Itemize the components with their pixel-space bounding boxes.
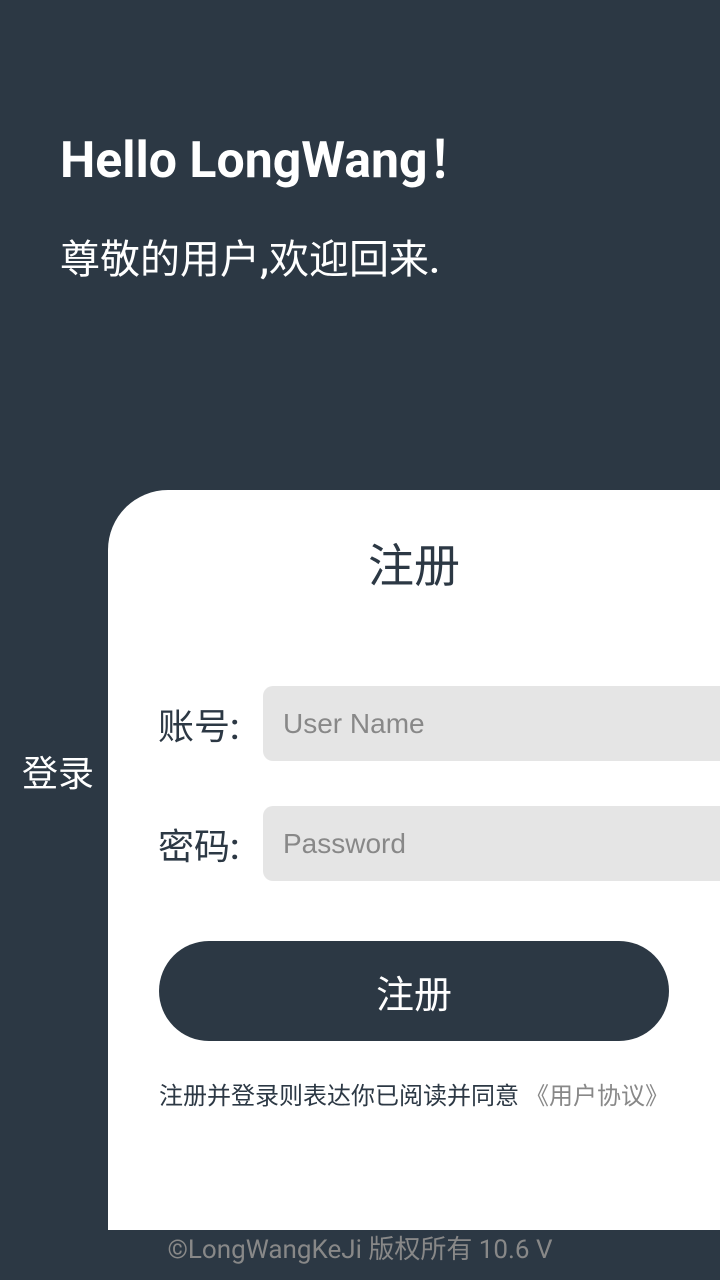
footer-copyright: ©LongWangKeJi 版权所有 10.6 V [0, 1229, 720, 1266]
greeting-title: Hello LongWang！ [60, 120, 660, 192]
password-label: 密码: [158, 818, 263, 870]
password-row: 密码: [108, 806, 720, 881]
register-button[interactable]: 注册 [159, 941, 669, 1041]
username-input[interactable] [263, 686, 720, 761]
username-row: 账号: [108, 686, 720, 761]
password-input[interactable] [263, 806, 720, 881]
welcome-subtitle: 尊敬的用户,欢迎回来. [60, 227, 660, 285]
user-agreement-link[interactable]: 《用户协议》 [525, 1082, 669, 1110]
username-label: 账号: [158, 698, 263, 750]
header: Hello LongWang！ 尊敬的用户,欢迎回来. [0, 0, 720, 285]
tab-login[interactable]: 登录 [22, 745, 94, 797]
tab-register[interactable]: 注册 [108, 530, 720, 596]
register-card: 注册 账号: 密码: 注册 注册并登录则表达你已阅读并同意 《用户协议》 [108, 490, 720, 1230]
agreement-prefix: 注册并登录则表达你已阅读并同意 [159, 1082, 519, 1110]
agreement-text: 注册并登录则表达你已阅读并同意 《用户协议》 [108, 1076, 720, 1111]
